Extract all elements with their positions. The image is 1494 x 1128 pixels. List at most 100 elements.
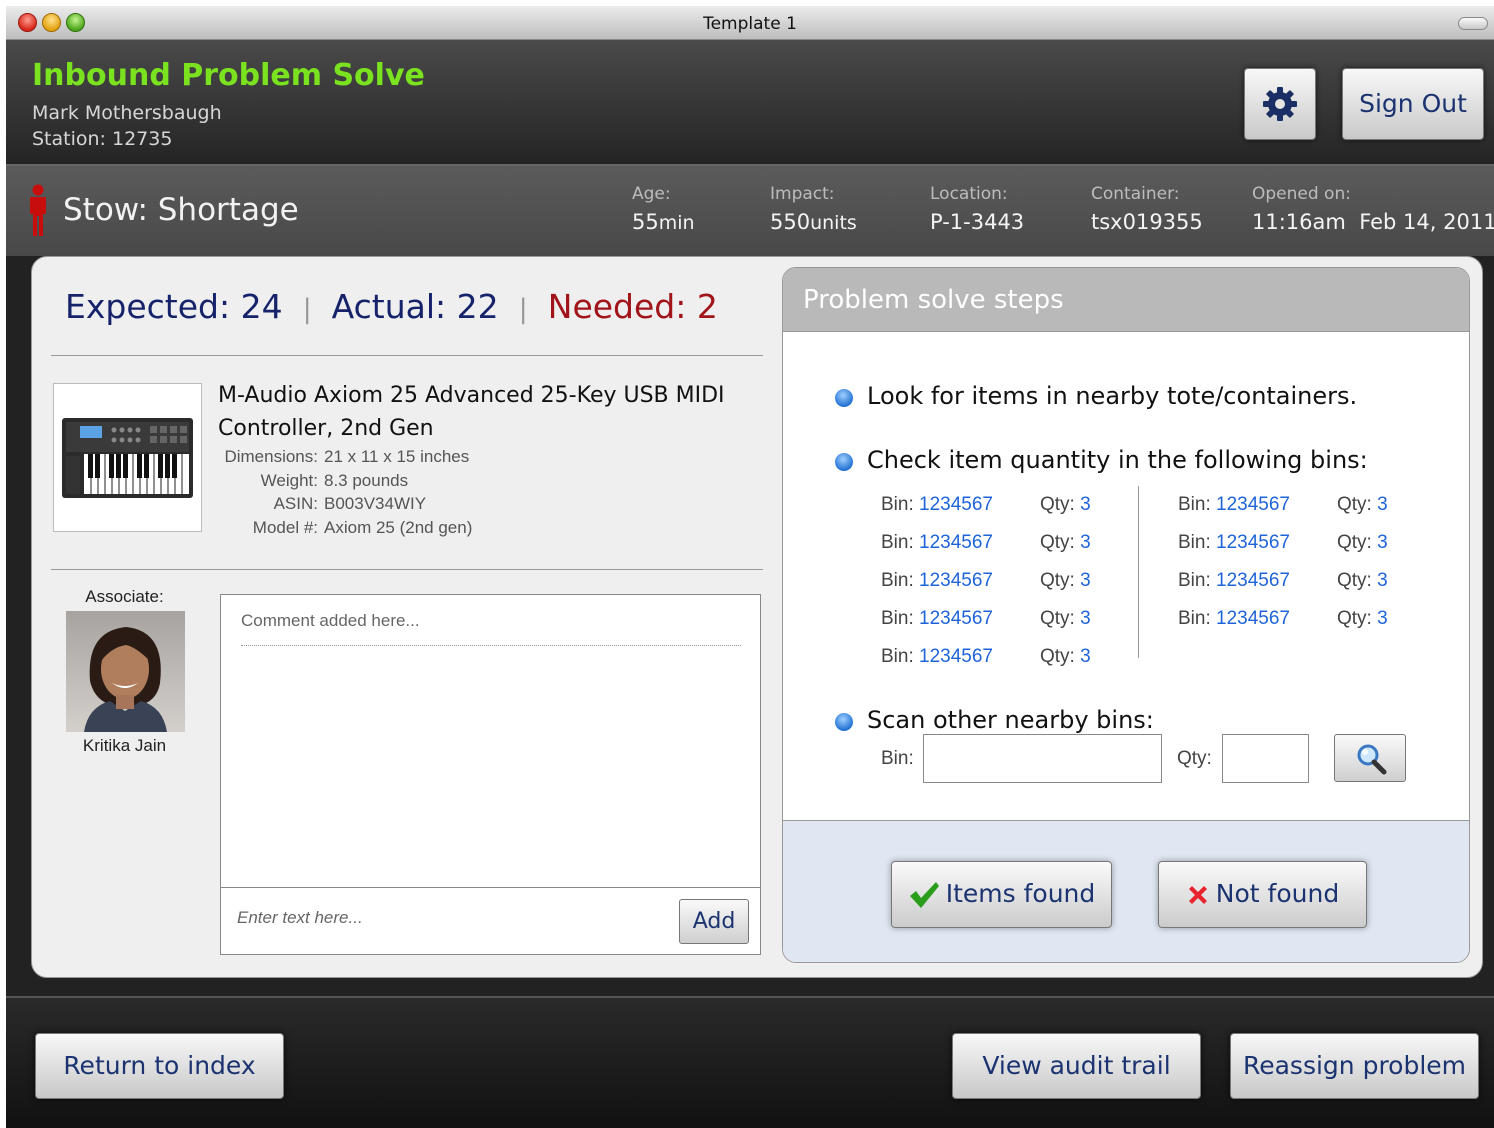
bin-link[interactable]: 1234567 [919, 494, 993, 515]
bin-link[interactable]: 1234567 [919, 570, 993, 591]
title-bar: Template 1 [6, 6, 1494, 40]
reassign-problem-button[interactable]: Reassign problem [1230, 1033, 1479, 1099]
bin-row: Bin: 1234567 Qty: 3 [881, 646, 1091, 667]
needed-count: Needed: 2 [547, 287, 718, 326]
steps-title: Problem solve steps [803, 285, 1064, 315]
not-found-button[interactable]: Not found [1158, 861, 1367, 928]
associate-label: Associate: [85, 587, 164, 606]
app-window: Template 1 Inbound Problem Solve Mark Mo… [6, 6, 1494, 1128]
comment-input[interactable] [237, 908, 657, 928]
items-found-button[interactable]: Items found [891, 861, 1112, 928]
steps-header: Problem solve steps [783, 268, 1469, 332]
impact-field: Impact: 550units [770, 184, 857, 234]
opened-label: Opened on: [1252, 184, 1351, 204]
bin-row: Bin: 1234567 Qty: 3 [881, 570, 1091, 591]
steps-actions: Items found Not found [783, 820, 1469, 962]
sign-out-button[interactable]: Sign Out [1342, 68, 1484, 140]
associate-name: Kritika Jain [82, 736, 167, 755]
opened-value: 11:16am Feb 14, 2011 [1252, 210, 1494, 234]
actual-count: Actual: 22 [331, 287, 499, 326]
qty-value: 3 [1080, 494, 1091, 515]
bin-column-divider [1138, 486, 1139, 658]
step-1: Look for items in nearby tote/containers… [867, 382, 1358, 410]
comment-input-area: Add [221, 887, 760, 954]
step-3: Scan other nearby bins: [867, 706, 1154, 734]
spec-row: Model #: Axiom 25 (2nd gen) [218, 517, 473, 542]
spec-row: Weight: 8.3 pounds [218, 471, 472, 495]
spec-key: Weight: [260, 470, 318, 490]
divider [51, 569, 763, 570]
checkmark-icon [909, 882, 939, 908]
spec-value: 8.3 pounds [324, 470, 409, 490]
age-label: Age: [632, 184, 671, 204]
user-name: Mark Mothersbaugh [32, 102, 222, 124]
bin-link[interactable]: 1234567 [919, 646, 993, 667]
comment-box: Comment added here... Add [220, 594, 761, 955]
gear-icon [1263, 87, 1297, 121]
qty-value: 3 [1080, 532, 1091, 553]
scan-qty-input[interactable] [1222, 734, 1309, 783]
qty-value: 3 [1080, 646, 1091, 667]
magnifier-icon [1357, 744, 1387, 775]
toolbar-toggle-button[interactable] [1458, 17, 1488, 30]
window-title: Template 1 [703, 14, 797, 34]
product-specs: Dimensions: 21 x 11 x 15 inches Weight: 8.… [218, 447, 472, 541]
bin-row: Bin: 1234567 Qty: 3 [1178, 532, 1388, 553]
bin-link[interactable]: 1234567 [1216, 570, 1290, 591]
comment-entry: Comment added here... [241, 611, 420, 630]
bin-row: Bin: 1234567 Qty: 3 [881, 532, 1091, 553]
age-unit: min [658, 212, 695, 234]
associate-avatar [66, 611, 185, 732]
bullet-icon [835, 389, 853, 407]
bin-row: Bin: 1234567 Qty: 3 [1178, 570, 1388, 591]
qty-value: 3 [1080, 608, 1091, 629]
spec-key: Dimensions: [224, 447, 318, 466]
settings-button[interactable] [1244, 68, 1316, 140]
bin-link[interactable]: 1234567 [919, 532, 993, 553]
qty-value: 3 [1080, 570, 1091, 591]
return-to-index-button[interactable]: Return to index [35, 1033, 284, 1099]
product-image [53, 383, 202, 532]
age-field: Age: 55min [632, 184, 695, 234]
bullet-icon [835, 713, 853, 731]
bin-link[interactable]: 1234567 [1216, 494, 1290, 515]
product-title: M-Audio Axiom 25 Advanced 25-Key USB MID… [218, 383, 725, 441]
add-comment-button[interactable]: Add [679, 899, 749, 944]
bin-link[interactable]: 1234567 [919, 608, 993, 629]
location-value: P-1-3443 [930, 210, 1025, 234]
not-found-label: Not found [1215, 879, 1340, 908]
age-value: 55 [632, 210, 659, 234]
bin-row: Bin: 1234567 Qty: 3 [1178, 494, 1388, 515]
spec-value: Axiom 25 (2nd gen) [324, 517, 473, 537]
items-found-label: Items found [945, 879, 1096, 908]
comment-divider [241, 645, 741, 646]
spec-key: ASIN: [273, 494, 318, 513]
scan-bin-input[interactable] [923, 734, 1162, 783]
view-audit-trail-button[interactable]: View audit trail [952, 1033, 1201, 1099]
qty-value: 3 [1377, 494, 1388, 515]
spec-value: B003V34WIY [324, 494, 427, 513]
impact-label: Impact: [770, 184, 835, 204]
bin-link[interactable]: 1234567 [1216, 608, 1290, 629]
scan-qty-label: Qty: [1177, 748, 1212, 769]
bin-row: Bin: 1234567 Qty: 3 [881, 608, 1091, 629]
location-label: Location: [930, 184, 1008, 204]
qty-value: 3 [1377, 608, 1388, 629]
location-field: Location: P-1-3443 [930, 184, 1024, 234]
count-separator: | [302, 294, 312, 325]
bin-link[interactable]: 1234567 [1216, 532, 1290, 553]
impact-value: 550 [770, 210, 811, 234]
problem-steps-card: Problem solve steps Look for items in ne… [782, 267, 1470, 963]
main-panel: Expected: 24 | Actual: 22 | Needed: 2 M-Audi… [31, 256, 1483, 978]
divider [51, 355, 763, 356]
red-x-icon [1188, 886, 1207, 904]
app-header: Inbound Problem Solve Mark Mothersbaugh … [6, 40, 1494, 166]
bin-row: Bin: 1234567 Qty: 3 [1178, 608, 1388, 629]
bottom-toolbar: Return to index View audit trail Reassig… [6, 996, 1494, 1128]
spec-row: ASIN: B003V34WIY [218, 494, 472, 518]
search-bin-button[interactable] [1334, 734, 1406, 782]
container-value: tsx019355 [1091, 210, 1203, 234]
qty-value: 3 [1377, 570, 1388, 591]
problem-info-bar: Stow: Shortage Age: 55min Impact: 550uni… [6, 166, 1494, 256]
expected-count: Expected: 24 [65, 287, 283, 326]
